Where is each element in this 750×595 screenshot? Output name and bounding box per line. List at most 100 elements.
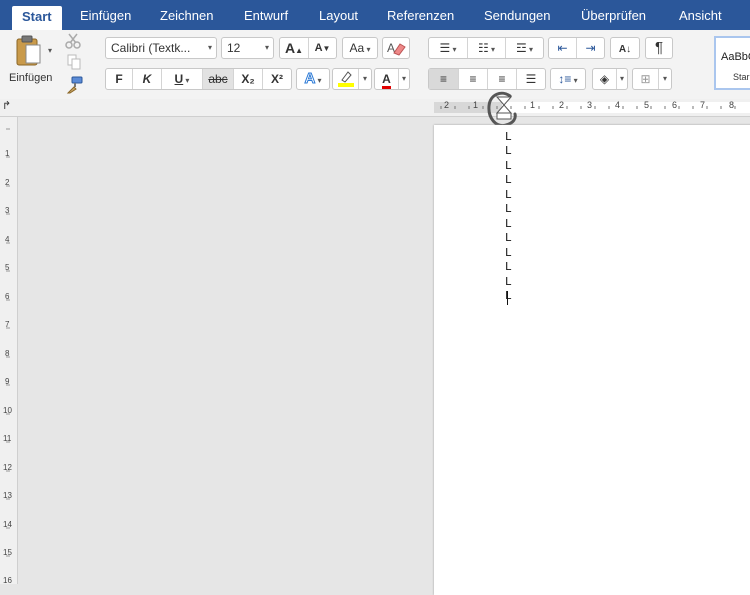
chevron-down-icon: ▾ bbox=[264, 43, 269, 52]
subscript-button[interactable]: X₂ bbox=[234, 69, 263, 89]
cut-button[interactable] bbox=[65, 33, 83, 49]
numbering-button[interactable]: ☷ ▾ bbox=[468, 38, 506, 58]
clear-formatting-button[interactable]: A bbox=[382, 37, 410, 59]
vertical-ruler[interactable]: 1 2 3 4 5 6 7 8 9 10 11 12 13 14 15 16 bbox=[0, 117, 18, 585]
font-grow-shrink-group: A▲ A▼ bbox=[279, 37, 337, 59]
shading-button[interactable]: ◈ bbox=[593, 69, 617, 89]
change-case-button[interactable]: Aa ▾ bbox=[342, 37, 378, 59]
copy-icon bbox=[67, 54, 81, 70]
format-painter-button[interactable] bbox=[65, 76, 83, 94]
align-left-button[interactable]: ≡ bbox=[429, 69, 459, 89]
eraser-icon: A bbox=[387, 41, 406, 56]
tab-ansicht[interactable]: Ansicht bbox=[679, 0, 722, 30]
underline-button[interactable]: U ▾ bbox=[162, 69, 203, 89]
grow-font-button[interactable]: A▲ bbox=[280, 38, 309, 58]
alignment-group: ≡ ≡ ≡ ☰ bbox=[428, 68, 546, 90]
annotation-circle bbox=[487, 91, 517, 128]
align-right-icon: ≡ bbox=[498, 72, 506, 86]
document-line: L bbox=[505, 130, 512, 143]
document-line: L bbox=[505, 275, 512, 288]
chevron-down-icon[interactable]: ▾ bbox=[399, 69, 409, 89]
scissors-icon bbox=[65, 33, 81, 49]
paste-button[interactable]: ▾ Einfügen bbox=[6, 32, 56, 86]
strikethrough-button[interactable]: abc bbox=[203, 69, 234, 89]
highlight-color-group: ▾ bbox=[332, 68, 372, 90]
font-name-select[interactable]: Calibri (Textk... ▾ bbox=[105, 37, 217, 59]
ruler-number: 2 bbox=[559, 100, 565, 110]
line-spacing-icon: ↕≡ bbox=[558, 72, 572, 86]
ruler-number: 12 bbox=[3, 463, 12, 472]
sort-button[interactable]: A↓ bbox=[610, 37, 640, 59]
ruler-number: 3 bbox=[5, 206, 10, 215]
chevron-down-icon[interactable]: ▾ bbox=[359, 69, 371, 89]
chevron-down-icon: ▾ bbox=[207, 43, 212, 52]
chevron-down-icon: ▾ bbox=[450, 45, 457, 54]
copy-button[interactable] bbox=[66, 54, 82, 70]
ruler-number: 2 bbox=[5, 178, 10, 187]
bullet-list-icon: ☰ bbox=[439, 41, 451, 55]
document-line: L bbox=[505, 159, 512, 172]
align-right-button[interactable]: ≡ bbox=[488, 69, 517, 89]
ruler-number: 1 bbox=[473, 100, 479, 110]
document-line: L bbox=[505, 246, 512, 259]
chevron-down-icon[interactable]: ▾ bbox=[617, 69, 627, 89]
styles-gallery-item[interactable]: AaBbC Star bbox=[714, 36, 750, 90]
ribbon: ▾ Einfügen Calibri (Textk... ▾ 12 ▾ A▲ A… bbox=[0, 30, 750, 100]
ruler-number: 2 bbox=[444, 100, 450, 110]
paste-label: Einfügen bbox=[9, 72, 53, 84]
horizontal-ruler[interactable]: ↱ 2 1 1 2 3 4 5 6 7 8 bbox=[0, 99, 750, 117]
tab-selector-icon[interactable]: ↱ bbox=[2, 99, 11, 112]
document-line: L bbox=[505, 260, 512, 273]
superscript-button[interactable]: X² bbox=[263, 69, 291, 89]
show-formatting-button[interactable]: ¶ bbox=[645, 37, 673, 59]
ruler-number: 10 bbox=[3, 406, 12, 415]
pilcrow-icon: ¶ bbox=[654, 39, 664, 56]
chevron-down-icon[interactable]: ▾ bbox=[659, 69, 671, 89]
text-effects-button[interactable]: A ▾ bbox=[296, 68, 330, 90]
tab-einfuegen[interactable]: Einfügen bbox=[80, 0, 131, 30]
document-page[interactable]: L L L L L L L L L L L L bbox=[434, 125, 750, 595]
chevron-down-icon: ▾ bbox=[364, 45, 371, 54]
align-left-icon: ≡ bbox=[439, 72, 447, 86]
line-spacing-button[interactable]: ↕≡ ▾ bbox=[550, 68, 586, 90]
paint-bucket-icon: ◈ bbox=[599, 72, 610, 86]
align-center-button[interactable]: ≡ bbox=[459, 69, 488, 89]
font-size-select[interactable]: 12 ▾ bbox=[221, 37, 274, 59]
chevron-down-icon: ▾ bbox=[526, 45, 533, 54]
tab-sendungen[interactable]: Sendungen bbox=[484, 0, 551, 30]
tab-start[interactable]: Start bbox=[12, 6, 62, 30]
borders-group: ⊞ ▾ bbox=[632, 68, 672, 90]
tab-entwurf[interactable]: Entwurf bbox=[244, 0, 288, 30]
justify-button[interactable]: ☰ bbox=[517, 69, 545, 89]
tab-zeichnen[interactable]: Zeichnen bbox=[160, 0, 213, 30]
ruler-number: 6 bbox=[5, 292, 10, 301]
document-line: L bbox=[505, 188, 512, 201]
tab-referenzen[interactable]: Referenzen bbox=[387, 0, 454, 30]
font-color-button[interactable]: A bbox=[375, 69, 399, 89]
font-color-icon: A bbox=[382, 72, 391, 89]
font-name-value: Calibri (Textk... bbox=[111, 41, 191, 55]
ruler-number: 5 bbox=[5, 263, 10, 272]
text-cursor bbox=[507, 291, 508, 305]
chevron-down-icon: ▾ bbox=[315, 76, 322, 85]
numbered-list-icon: ☷ bbox=[477, 41, 489, 55]
italic-button[interactable]: K bbox=[133, 69, 162, 89]
bold-button[interactable]: F bbox=[106, 69, 133, 89]
justify-icon: ☰ bbox=[525, 72, 537, 86]
decrease-indent-button[interactable]: ⇤ bbox=[549, 38, 577, 58]
format-painter-icon bbox=[66, 76, 83, 94]
ruler-number: 4 bbox=[615, 100, 621, 110]
highlight-button[interactable] bbox=[333, 69, 359, 89]
ruler-number: 3 bbox=[587, 100, 593, 110]
increase-indent-button[interactable]: ⇥ bbox=[577, 38, 604, 58]
chevron-down-icon: ▾ bbox=[488, 45, 495, 54]
chevron-down-icon[interactable]: ▾ bbox=[48, 46, 52, 55]
document-line: L bbox=[505, 144, 512, 157]
tab-layout[interactable]: Layout bbox=[319, 0, 358, 30]
shrink-font-button[interactable]: A▼ bbox=[309, 38, 336, 58]
borders-button[interactable]: ⊞ bbox=[633, 69, 659, 89]
bullets-button[interactable]: ☰ ▾ bbox=[429, 38, 468, 58]
tab-ueberpruefen[interactable]: Überprüfen bbox=[581, 0, 646, 30]
text-effects-icon: A bbox=[304, 70, 316, 88]
multilevel-list-button[interactable]: ☲ ▾ bbox=[506, 38, 543, 58]
